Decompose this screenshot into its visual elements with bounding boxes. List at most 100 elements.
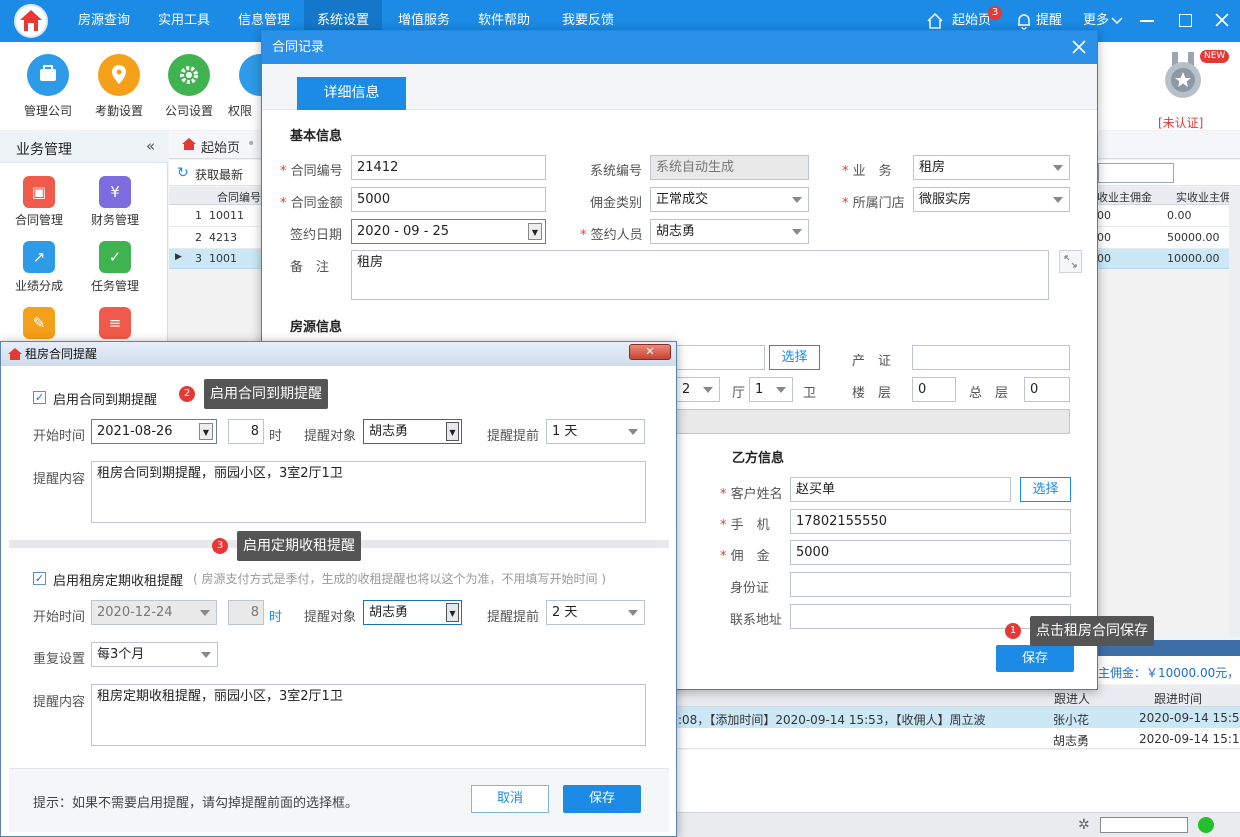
gear-icon[interactable] — [168, 54, 210, 96]
address-input[interactable] — [790, 604, 1071, 629]
start-date-dropdown-icon[interactable]: ▼ — [199, 423, 213, 440]
repeat-select[interactable]: 每3个月 — [91, 642, 218, 667]
reminder-close-icon[interactable]: ✕ — [629, 344, 671, 360]
tab-home[interactable]: 起始页 — [201, 137, 240, 156]
date-dropdown-icon[interactable]: ▼ — [528, 223, 542, 240]
task-icon[interactable]: ✓ — [99, 241, 131, 273]
reminder-cancel-button[interactable]: 取消 — [471, 785, 549, 813]
start-date-picker[interactable]: 2021-08-26 ▼ — [91, 419, 217, 444]
ahead-select-2[interactable]: 2 天 — [546, 600, 645, 625]
collapse-icon[interactable]: « — [146, 137, 155, 155]
note-textarea[interactable]: 租房 — [351, 250, 1049, 300]
sidebar-item-contract[interactable]: 合同管理 — [4, 211, 74, 228]
commission-input[interactable]: 5000 — [790, 540, 1071, 565]
toolbar-label-company[interactable]: 管理公司 — [8, 102, 88, 119]
toolbar-label-permission[interactable]: 权限 — [220, 102, 260, 119]
target-select[interactable]: 胡志勇 ▼ — [363, 419, 462, 444]
loading-icon: ✲ — [1078, 817, 1090, 833]
tab-detail[interactable]: 详细信息 — [297, 77, 406, 110]
target-dropdown-icon-2[interactable]: ▼ — [446, 603, 459, 622]
content-textarea-2[interactable]: 租房定期收租提醒，丽园小区，3室2厅1卫 — [91, 684, 646, 746]
phone-input[interactable]: 17802155550 — [790, 509, 1071, 534]
grid-filter-input[interactable] — [1098, 163, 1174, 183]
row-should: 00 — [1097, 209, 1111, 222]
tab-dot: • — [247, 136, 256, 152]
toolbar-label-attendance[interactable]: 考勤设置 — [79, 102, 159, 119]
contract-icon[interactable]: ▣ — [23, 176, 55, 208]
cert-label: 产 证 — [852, 354, 892, 369]
rent-reminder-note: ( 房源支付方式是季付，生成的收租提醒也将以这个为准，不用填写开始时间 ) — [193, 572, 606, 586]
expire-reminder-label[interactable]: 启用合同到期提醒 — [53, 389, 157, 408]
step-number-2: 2 — [179, 386, 195, 402]
row-contract-no: 4213 — [209, 231, 237, 244]
room-select[interactable]: 2 — [676, 377, 720, 402]
row-actual: 0.00 — [1167, 209, 1192, 222]
sign-date-picker[interactable]: 2020 - 09 - 25 ▼ — [351, 219, 546, 244]
company-icon[interactable] — [27, 54, 69, 96]
floor-input[interactable]: 0 — [912, 377, 956, 402]
row-should: 00 — [1097, 252, 1111, 265]
bell-icon[interactable] — [1016, 12, 1032, 30]
start-date-picker-2: 2020-12-24 — [91, 600, 217, 625]
refresh-icon[interactable]: ↻ — [177, 165, 189, 181]
target-select-2[interactable]: 胡志勇 ▼ — [363, 600, 462, 625]
status-progress — [1100, 817, 1188, 833]
edit-icon[interactable]: ✎ — [23, 307, 55, 339]
content-textarea[interactable]: 租房合同到期提醒，丽园小区，3室2厅1卫 — [91, 461, 646, 523]
dialog-close-icon[interactable] — [1072, 40, 1086, 58]
ahead-select[interactable]: 1 天 — [546, 419, 645, 444]
amount-label: * 合同金额 — [280, 196, 343, 211]
nav-item-tools[interactable]: 实用工具 — [146, 0, 222, 42]
contract-save-button[interactable]: 保存 — [996, 645, 1074, 672]
chart-icon[interactable]: ↗ — [23, 241, 55, 273]
expire-reminder-checkbox[interactable]: ✓ — [33, 391, 46, 404]
tip-save-contract: 点击租房合同保存 — [1030, 616, 1154, 646]
maximize-icon[interactable] — [1179, 14, 1192, 27]
location-icon[interactable] — [98, 54, 140, 96]
id-card-input[interactable] — [790, 572, 1071, 597]
tip-expire-reminder: 启用合同到期提醒 — [204, 379, 328, 409]
basic-info-title: 基本信息 — [290, 129, 343, 144]
chevron-down-icon[interactable] — [1111, 15, 1123, 30]
list-icon[interactable]: ≡ — [99, 307, 131, 339]
follow-time: 2020-09-14 15:11 — [1139, 732, 1240, 746]
expand-icon[interactable] — [1059, 250, 1082, 273]
amount-input[interactable]: 5000 — [351, 187, 546, 212]
target-dropdown-icon[interactable]: ▼ — [446, 422, 459, 441]
store-select[interactable]: 微服实房 — [913, 187, 1070, 212]
rent-reminder-label[interactable]: 启用租房定期收租提醒 — [53, 570, 183, 589]
nav-item-house-search[interactable]: 房源查询 — [66, 0, 142, 42]
signer-select[interactable]: 胡志勇 — [650, 219, 809, 244]
refresh-button[interactable]: 获取最新 — [195, 166, 243, 183]
close-icon[interactable] — [1214, 12, 1230, 32]
ahead-label: 提醒提前 — [487, 429, 540, 444]
toolbar-label-company-settings[interactable]: 公司设置 — [149, 102, 229, 119]
business-select[interactable]: 租房 — [913, 155, 1070, 180]
hall-select[interactable]: 1 — [749, 377, 793, 402]
reminder-save-button[interactable]: 保存 — [563, 785, 641, 813]
house-choose-button[interactable]: 选择 — [769, 345, 820, 370]
reminder-hint: 提示：如果不需要启用提醒，请勾掉提醒前面的选择框。 — [33, 796, 359, 811]
total-floor-input[interactable]: 0 — [1024, 377, 1070, 402]
grid-scrollbar[interactable] — [1229, 187, 1240, 637]
sidebar-item-finance[interactable]: 财务管理 — [80, 211, 150, 228]
rent-reminder-checkbox[interactable]: ✓ — [33, 572, 46, 585]
customer-input[interactable]: 赵买单 — [790, 477, 1011, 502]
contract-no-input[interactable]: 21412 — [351, 155, 546, 180]
hour-input[interactable]: 8 — [228, 419, 264, 444]
home-tab-icon — [181, 137, 197, 155]
certification-status[interactable]: [未认证] — [1158, 114, 1203, 131]
follow-row[interactable]: :08，【添加时间】2020-09-14 15:53，【收佣人】周立波 张小花 … — [676, 707, 1240, 728]
home-icon[interactable] — [926, 12, 944, 30]
finance-icon[interactable]: ¥ — [99, 176, 131, 208]
customer-choose-button[interactable]: 选择 — [1020, 477, 1071, 502]
commission-type-select[interactable]: 正常成交 — [650, 187, 809, 212]
minimize-icon[interactable] — [1140, 20, 1154, 22]
sidebar-item-performance[interactable]: 业绩分成 — [4, 277, 74, 294]
house-select-input[interactable] — [676, 345, 765, 370]
cert-input[interactable] — [912, 345, 1070, 370]
app-logo-icon — [14, 4, 48, 38]
sidebar-item-task[interactable]: 任务管理 — [80, 277, 150, 294]
follow-person: 张小花 — [1053, 713, 1090, 727]
follow-row[interactable]: 胡志勇 2020-09-14 15:11 — [676, 728, 1240, 749]
